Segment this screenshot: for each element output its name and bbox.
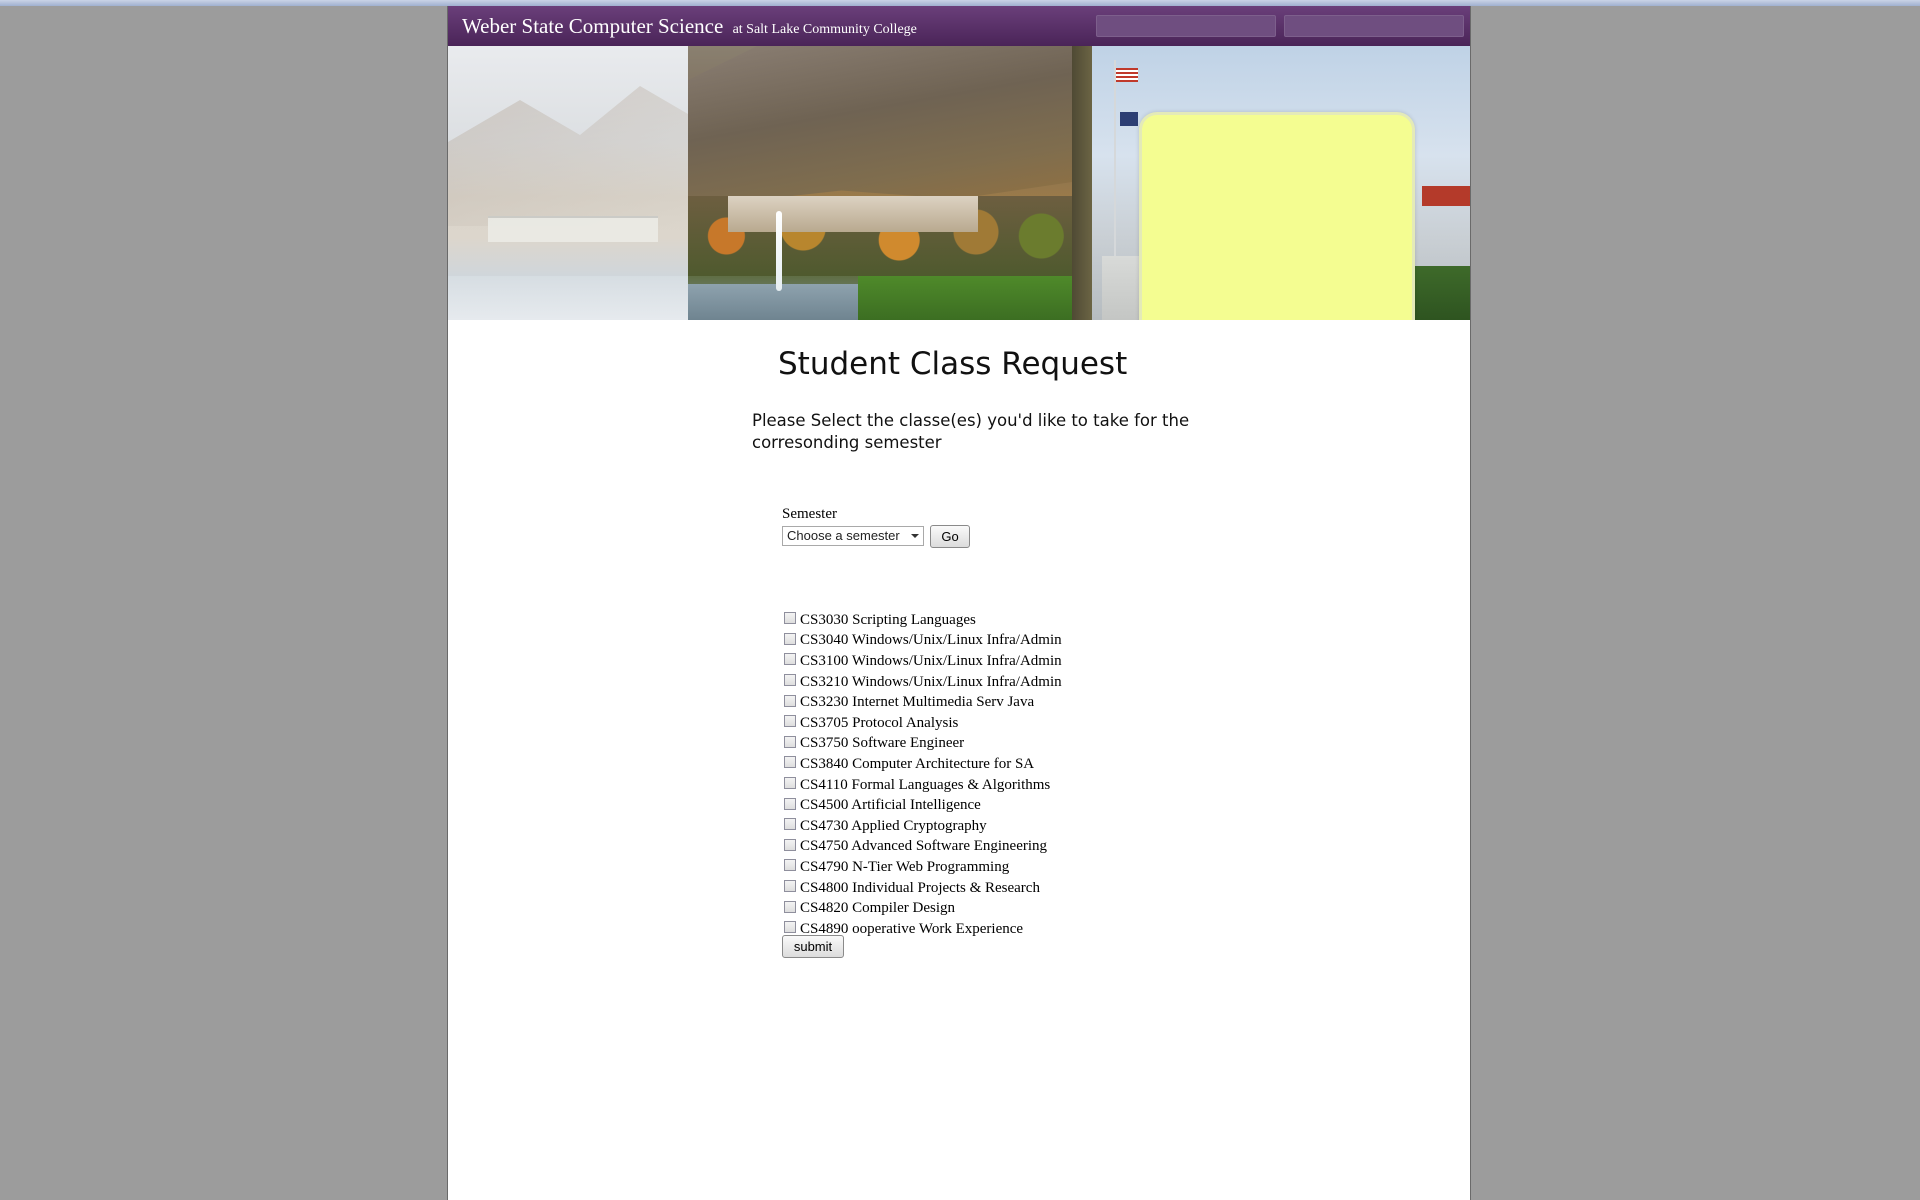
- course-label: CS3100 Windows/Unix/Linux Infra/Admin: [800, 652, 1062, 669]
- course-label: CS4790 N-Tier Web Programming: [800, 858, 1010, 875]
- submit-button[interactable]: submit: [782, 935, 844, 958]
- course-item: CS4730 Applied Cryptography: [784, 816, 1062, 837]
- course-label: CS3705 Protocol Analysis: [800, 714, 959, 731]
- course-item: CS4500 Artificial Intelligence: [784, 795, 1062, 816]
- course-label: CS3750 Software Engineer: [800, 735, 965, 752]
- course-item: CS3705 Protocol Analysis: [784, 713, 1062, 734]
- course-label: CS4820 Compiler Design: [800, 900, 956, 917]
- header-nav-box-2[interactable]: [1284, 15, 1464, 37]
- course-label: CS4500 Artificial Intelligence: [800, 797, 981, 814]
- course-label: CS3840 Computer Architecture for SA: [800, 755, 1035, 772]
- course-checkbox[interactable]: [784, 735, 796, 748]
- course-item: CS3040 Windows/Unix/Linux Infra/Admin: [784, 631, 1062, 652]
- course-item: CS4790 N-Tier Web Programming: [784, 857, 1062, 878]
- instructions-text: Please Select the classe(es) you'd like …: [752, 411, 1190, 452]
- course-checkbox[interactable]: [784, 632, 796, 645]
- course-checkbox[interactable]: [784, 777, 796, 790]
- site-title: Weber State Computer Science at Salt Lak…: [462, 14, 917, 39]
- course-checkbox[interactable]: [784, 818, 796, 831]
- course-label: CS3210 Windows/Unix/Linux Infra/Admin: [800, 673, 1062, 690]
- course-item: CS4110 Formal Languages & Algorithms: [784, 775, 1062, 796]
- course-checkbox[interactable]: [784, 694, 796, 707]
- course-checkbox[interactable]: [784, 900, 796, 913]
- semester-select-value: Choose a semester: [787, 528, 900, 543]
- course-item: CS4750 Advanced Software Engineering: [784, 837, 1062, 858]
- chevron-down-icon: [911, 534, 919, 538]
- course-checkbox[interactable]: [784, 921, 796, 934]
- course-label: CS3040 Windows/Unix/Linux Infra/Admin: [800, 632, 1062, 649]
- semester-select[interactable]: Choose a semester: [782, 526, 924, 546]
- course-item: CS3230 Internet Multimedia Serv Java: [784, 692, 1062, 713]
- course-checkbox[interactable]: [784, 674, 796, 687]
- course-item: CS3100 Windows/Unix/Linux Infra/Admin: [784, 651, 1062, 672]
- course-label: CS4110 Formal Languages & Algorithms: [800, 776, 1051, 793]
- course-checkbox[interactable]: [784, 715, 796, 728]
- state-flag-icon: [1120, 112, 1138, 126]
- course-label: CS3030 Scripting Languages: [800, 611, 976, 628]
- course-checkbox[interactable]: [784, 797, 796, 810]
- site-subtitle: at Salt Lake Community College: [732, 22, 917, 37]
- course-checkbox[interactable]: [784, 838, 796, 851]
- banner-campus-photo: [688, 46, 1072, 320]
- course-list: CS3030 Scripting Languages CS3040 Window…: [784, 610, 1062, 940]
- info-box: [1139, 112, 1415, 320]
- course-item: CS3750 Software Engineer: [784, 734, 1062, 755]
- course-label: CS4800 Individual Projects & Research: [800, 879, 1040, 896]
- page-container: Weber State Computer Science at Salt Lak…: [447, 6, 1471, 1200]
- course-item: CS3840 Computer Architecture for SA: [784, 754, 1062, 775]
- header-nav-box-1[interactable]: [1096, 15, 1276, 37]
- course-label: CS4750 Advanced Software Engineering: [800, 838, 1048, 855]
- course-checkbox[interactable]: [784, 653, 796, 666]
- course-item: CS3030 Scripting Languages: [784, 610, 1062, 631]
- course-checkbox[interactable]: [784, 612, 796, 625]
- campus-banner-image: [448, 46, 1470, 320]
- course-item: CS3210 Windows/Unix/Linux Infra/Admin: [784, 672, 1062, 693]
- course-label: CS3230 Internet Multimedia Serv Java: [800, 694, 1035, 711]
- course-item: CS4800 Individual Projects & Research: [784, 878, 1062, 899]
- us-flag-icon: [1116, 68, 1138, 82]
- site-title-text: Weber State Computer Science: [462, 14, 724, 38]
- course-checkbox[interactable]: [784, 880, 796, 893]
- course-item: CS4820 Compiler Design: [784, 898, 1062, 919]
- go-button[interactable]: Go: [930, 525, 970, 548]
- site-header: Weber State Computer Science at Salt Lak…: [448, 6, 1470, 47]
- course-checkbox[interactable]: [784, 756, 796, 769]
- semester-label: Semester: [782, 506, 837, 522]
- banner-faded-panel: [448, 46, 688, 320]
- course-checkbox[interactable]: [784, 859, 796, 872]
- course-label: CS4730 Applied Cryptography: [800, 817, 987, 834]
- page-title: Student Class Request: [778, 346, 1128, 382]
